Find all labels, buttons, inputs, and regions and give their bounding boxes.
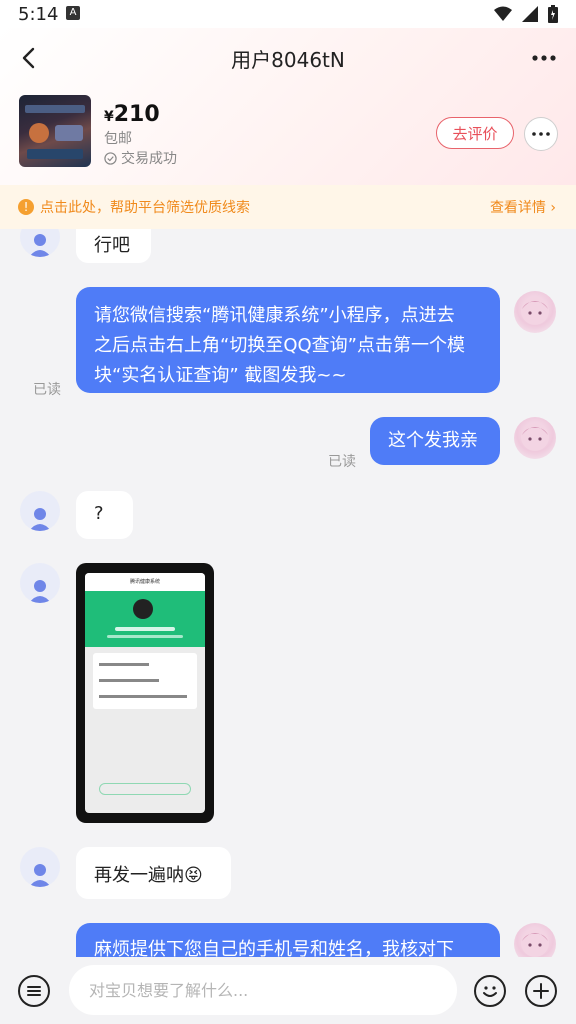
read-receipt: 已读 (328, 454, 356, 470)
message-bubble: 行吧 (76, 229, 151, 263)
shipping-label: 包邮 (104, 131, 132, 147)
trade-status-text: 交易成功 (121, 151, 177, 167)
avatar[interactable] (20, 563, 60, 603)
message-line: 块“实名认证查询” 截图发我~~ (94, 365, 347, 386)
anime-avatar-icon (521, 929, 549, 957)
avatar[interactable] (514, 291, 556, 333)
read-receipt: 已读 (33, 382, 61, 398)
more-dots-icon (532, 132, 550, 136)
more-dots-icon (532, 55, 556, 61)
screenshot-preview: 腾讯健康系统 (85, 573, 205, 813)
message-line: 请您微信搜索“腾讯健康系统”小程序，点进去 (94, 305, 455, 326)
message-bubble: 这个发我亲 (370, 417, 500, 465)
message-bubble: 再发一遍呐😝 (76, 847, 231, 899)
check-circle-icon (104, 151, 117, 165)
user-avatar-icon (29, 864, 51, 887)
avatar[interactable] (514, 417, 556, 459)
menu-button[interactable] (18, 975, 50, 1007)
message-line: 之后点击右上角“切换至QQ查询”点击第一个模 (94, 335, 465, 356)
anime-avatar-icon (521, 423, 549, 451)
smile-icon (483, 986, 497, 997)
signal-icon (522, 6, 538, 22)
more-options-button[interactable] (526, 42, 562, 74)
notice-text: 点击此处，帮助平台筛选优质线索 (40, 200, 250, 216)
image-message[interactable]: 腾讯健康系统 (76, 563, 214, 823)
warning-icon: ! (18, 199, 34, 215)
user-avatar-icon (29, 508, 51, 531)
status-bar: 5:14 A (0, 0, 576, 28)
product-thumbnail[interactable] (19, 95, 91, 167)
wifi-icon (494, 6, 512, 21)
message-bubble: 麻烦提供下您自己的手机号和姓名，我核对下 (76, 923, 500, 957)
add-button[interactable] (525, 975, 557, 1007)
avatar[interactable] (20, 847, 60, 887)
menu-icon (27, 986, 41, 996)
input-bar (0, 957, 576, 1024)
user-avatar-icon (29, 580, 51, 603)
status-icons (494, 5, 558, 23)
chat-header: 用户8046tN ¥210 包邮 交易成功 去评价 (0, 28, 576, 185)
product-more-button[interactable] (524, 117, 558, 151)
page-title: 用户8046tN (231, 48, 345, 72)
notice-details-link[interactable]: 查看详情 › (490, 197, 556, 217)
user-avatar-icon (29, 234, 51, 257)
product-price: ¥210 (104, 102, 160, 127)
avatar[interactable] (20, 491, 60, 531)
notification-icon: A (66, 6, 80, 20)
avatar[interactable] (514, 923, 556, 957)
review-button[interactable]: 去评价 (436, 117, 514, 149)
trade-status: 交易成功 (104, 148, 177, 168)
plus-icon (533, 983, 549, 999)
chat-screen: 5:14 A 用户8046tN ¥210 包邮 交易成功 去评价 ! 点击此处，… (0, 0, 576, 1024)
battery-icon (548, 5, 558, 23)
screenshot-title: 腾讯健康系统 (85, 573, 205, 591)
anime-avatar-icon (521, 297, 549, 325)
emoji-button[interactable] (474, 975, 506, 1007)
status-time: 5:14 (18, 4, 59, 25)
message-input[interactable] (69, 965, 457, 1015)
message-bubble: 请您微信搜索“腾讯健康系统”小程序，点进去 之后点击右上角“切换至QQ查询”点击… (76, 287, 500, 393)
avatar[interactable] (20, 229, 60, 257)
message-bubble: ? (76, 491, 133, 539)
notice-bar[interactable]: ! 点击此处，帮助平台筛选优质线索 查看详情 › (0, 185, 576, 229)
